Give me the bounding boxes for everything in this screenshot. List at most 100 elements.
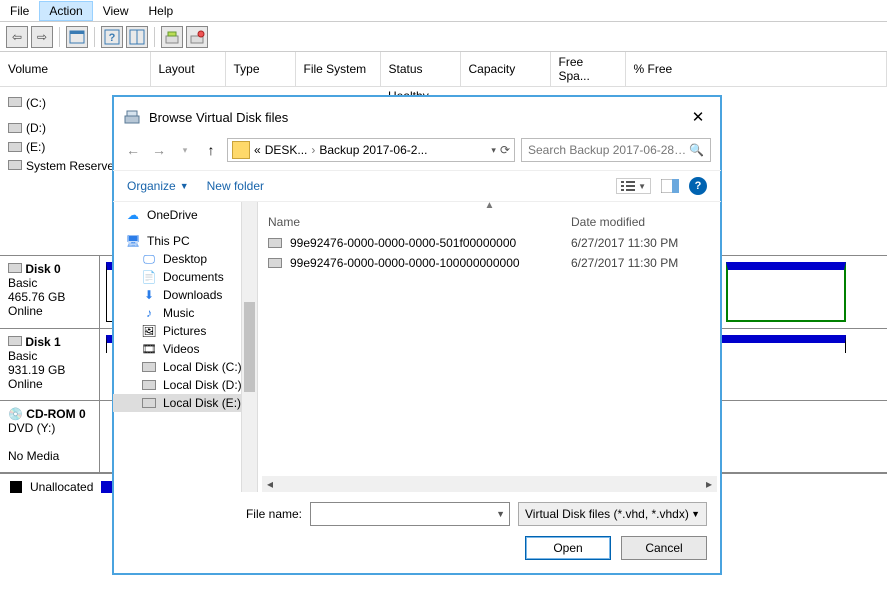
- disk-icon: [8, 335, 22, 349]
- menu-view[interactable]: View: [93, 1, 139, 21]
- forward-icon: →: [149, 142, 169, 158]
- back-icon[interactable]: ⇦: [6, 26, 28, 48]
- up-icon[interactable]: ↑: [201, 142, 221, 158]
- tree-pictures[interactable]: 🖼Pictures: [113, 322, 257, 340]
- view-options[interactable]: ▼: [616, 178, 651, 194]
- toolbar-icon-1[interactable]: [66, 26, 88, 48]
- disk-icon: [8, 262, 22, 276]
- chevron-down-icon: ▼: [638, 182, 646, 191]
- col-date[interactable]: Date modified: [571, 215, 711, 229]
- tree-localdisk-e[interactable]: Local Disk (E:): [113, 394, 257, 412]
- disk-label[interactable]: 💿 CD-ROM 0 DVD (Y:) No Media: [0, 401, 100, 472]
- legend-swatch-unallocated: [10, 481, 22, 493]
- music-icon: ♪: [141, 306, 157, 320]
- vhd-icon: [268, 238, 282, 248]
- breadcrumb[interactable]: « DESK... › Backup 2017-06-2... ▾⟳: [227, 138, 515, 162]
- forward-icon[interactable]: ⇨: [31, 26, 53, 48]
- tree-thispc[interactable]: 🖥This PC: [113, 232, 257, 250]
- menu-file[interactable]: File: [0, 1, 39, 21]
- chevron-down-icon: ▼: [180, 181, 189, 191]
- dialog-title: Browse Virtual Disk files: [149, 110, 685, 125]
- file-row[interactable]: 99e92476-0000-0000-0000-100000000000 6/2…: [258, 253, 721, 273]
- col-capacity[interactable]: Capacity: [460, 52, 550, 87]
- disk-label[interactable]: Disk 0 Basic 465.76 GB Online: [0, 256, 100, 328]
- breadcrumb-seg[interactable]: DESK...: [265, 143, 308, 157]
- tree-onedrive[interactable]: ☁OneDrive: [113, 206, 257, 224]
- col-name[interactable]: Name: [268, 215, 571, 229]
- scroll-left-icon[interactable]: ◂: [262, 477, 278, 491]
- desktop-icon: 🖵: [141, 252, 157, 266]
- col-type[interactable]: Type: [225, 52, 295, 87]
- cancel-button[interactable]: Cancel: [621, 536, 707, 560]
- chevron-down-icon[interactable]: ▾: [491, 145, 496, 156]
- col-pct[interactable]: % Free: [625, 52, 887, 87]
- downloads-icon: ⬇: [141, 288, 157, 302]
- back-icon[interactable]: ←: [123, 142, 143, 158]
- drive-icon: [8, 122, 22, 136]
- menu-help[interactable]: Help: [139, 1, 184, 21]
- app-icon: [123, 108, 141, 126]
- tree-downloads[interactable]: ⬇Downloads: [113, 286, 257, 304]
- col-volume[interactable]: Volume: [0, 52, 150, 87]
- refresh-icon[interactable]: ⟳: [500, 143, 510, 157]
- cloud-icon: ☁: [125, 208, 141, 222]
- menu-action[interactable]: Action: [39, 1, 92, 21]
- disk-label[interactable]: Disk 1 Basic 931.19 GB Online: [0, 329, 100, 400]
- tree-music[interactable]: ♪Music: [113, 304, 257, 322]
- preview-pane-icon[interactable]: [661, 179, 679, 193]
- videos-icon: 🎞: [141, 342, 157, 356]
- list-view-icon: [621, 180, 635, 192]
- toolbar-icon-3[interactable]: [161, 26, 183, 48]
- tree-localdisk-c[interactable]: Local Disk (C:): [113, 358, 257, 376]
- drive-icon: [8, 96, 22, 110]
- breadcrumb-seg[interactable]: Backup 2017-06-2...: [319, 143, 427, 157]
- menubar: File Action View Help: [0, 0, 887, 22]
- toolbar: ⇦ ⇨ ?: [0, 22, 887, 52]
- drive-icon: [141, 396, 157, 410]
- filetype-select[interactable]: Virtual Disk files (*.vhd, *.vhdx)▼: [518, 502, 707, 526]
- new-folder-button[interactable]: New folder: [207, 179, 264, 193]
- scrollbar[interactable]: [241, 202, 257, 492]
- col-status[interactable]: Status: [380, 52, 460, 87]
- tree-documents[interactable]: 📄Documents: [113, 268, 257, 286]
- help-icon[interactable]: ?: [689, 177, 707, 195]
- toolbar-icon-2[interactable]: [126, 26, 148, 48]
- sort-indicator-icon: ▲: [258, 202, 721, 211]
- cdrom-icon: 💿: [8, 407, 23, 421]
- drive-icon: [141, 360, 157, 374]
- file-row[interactable]: 99e92476-0000-0000-0000-501f00000000 6/2…: [258, 233, 721, 253]
- close-button[interactable]: ✕: [685, 104, 711, 130]
- chevron-down-icon[interactable]: ▼: [496, 509, 505, 519]
- tree-desktop[interactable]: 🖵Desktop: [113, 250, 257, 268]
- scroll-right-icon[interactable]: ▸: [701, 477, 717, 491]
- partition[interactable]: [726, 262, 846, 322]
- folder-icon: [232, 141, 250, 159]
- filename-label: File name:: [127, 507, 302, 521]
- organize-menu[interactable]: Organize ▼: [127, 179, 189, 193]
- toolbar-icon-4[interactable]: [186, 26, 208, 48]
- recent-dropdown-icon[interactable]: ▾: [175, 145, 195, 156]
- vhd-icon: [268, 258, 282, 268]
- tree-videos[interactable]: 🎞Videos: [113, 340, 257, 358]
- open-button[interactable]: Open: [525, 536, 611, 560]
- filename-input[interactable]: ▼: [310, 502, 510, 526]
- drive-icon: [8, 141, 22, 155]
- pc-icon: 🖥: [125, 234, 141, 248]
- svg-text:?: ?: [109, 32, 116, 44]
- search-placeholder: Search Backup 2017-06-28 06...: [528, 143, 689, 157]
- h-scrollbar[interactable]: ◂▸: [262, 476, 717, 492]
- chevron-down-icon: ▼: [691, 509, 700, 519]
- help-icon[interactable]: ?: [101, 26, 123, 48]
- search-input[interactable]: Search Backup 2017-06-28 06... 🔍: [521, 138, 711, 162]
- file-open-dialog: Browse Virtual Disk files ✕ ← → ▾ ↑ « DE…: [112, 95, 722, 575]
- file-list: ▲ Name Date modified 99e92476-0000-0000-…: [258, 202, 721, 492]
- drive-icon: [8, 159, 22, 173]
- col-layout[interactable]: Layout: [150, 52, 225, 87]
- drive-icon: [141, 378, 157, 392]
- scrollbar-thumb[interactable]: [244, 302, 255, 392]
- col-fs[interactable]: File System: [295, 52, 380, 87]
- pictures-icon: 🖼: [141, 324, 157, 338]
- tree-localdisk-d[interactable]: Local Disk (D:): [113, 376, 257, 394]
- nav-tree: ☁OneDrive 🖥This PC 🖵Desktop 📄Documents ⬇…: [113, 202, 258, 492]
- col-free[interactable]: Free Spa...: [550, 52, 625, 87]
